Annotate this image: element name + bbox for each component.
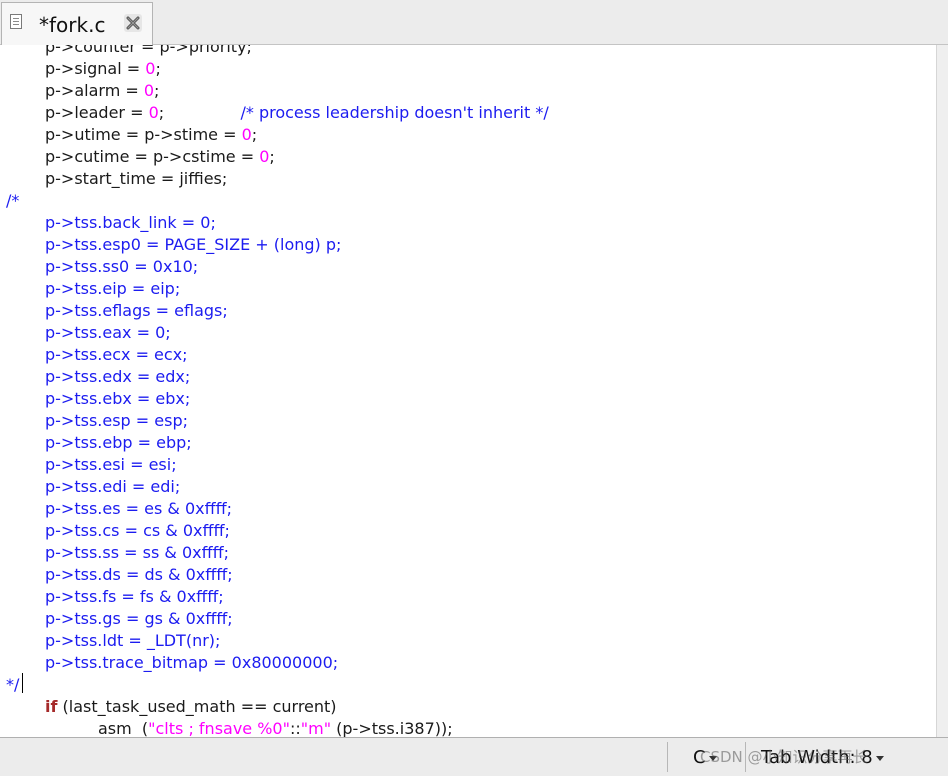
- code-line-comment: p->tss.edx = edx;: [45, 366, 190, 388]
- code-token: p->leader =: [45, 103, 149, 122]
- code-line-comment: */: [6, 674, 19, 696]
- code-token: "clts ; fnsave %0": [148, 719, 290, 737]
- code-token: p->tss.ebp = ebp;: [45, 433, 192, 452]
- code-line-comment: p->tss.eip = eip;: [45, 278, 180, 300]
- code-line-comment: p->tss.trace_bitmap = 0x80000000;: [45, 652, 338, 674]
- code-line-comment: p->tss.eax = 0;: [45, 322, 171, 344]
- code-line: asm ("clts ; fnsave %0"::"m" (p->tss.i38…: [98, 718, 453, 737]
- code-token: ;: [251, 125, 258, 144]
- code-editor[interactable]: p->counter = p->priority; p->signal = 0; p…: [0, 45, 937, 737]
- code-token: /* process leadership doesn't inherit */: [164, 103, 549, 122]
- code-token: 0: [145, 59, 156, 78]
- code-token: p->tss.fs = fs & 0xffff;: [45, 587, 224, 606]
- code-token: 0: [241, 125, 252, 144]
- code-line-comment: p->tss.esi = esi;: [45, 454, 177, 476]
- code-token: p->tss.ss = ss & 0xffff;: [45, 543, 230, 562]
- code-token: p->tss.edi = edi;: [45, 477, 181, 496]
- code-line: p->counter = p->priority;: [45, 45, 252, 58]
- code-token: if: [45, 697, 58, 716]
- code-token: 0: [143, 81, 155, 100]
- code-line-comment: p->tss.ebp = ebp;: [45, 432, 192, 454]
- vertical-scrollbar[interactable]: [936, 45, 948, 737]
- code-line-comment: p->tss.ecx = ecx;: [45, 344, 188, 366]
- code-token: p->cutime = p->cstime =: [45, 147, 260, 166]
- status-bar: C Tab Width: 8 CSDN @小知识分享再长: [0, 737, 948, 776]
- code-line-comment: p->tss.ebx = ebx;: [45, 388, 190, 410]
- tab-fork-c[interactable]: *fork.c: [1, 2, 153, 45]
- code-token: p->counter = p->priority;: [45, 45, 252, 56]
- code-line-comment: p->tss.eflags = eflags;: [45, 300, 228, 322]
- code-token: /*: [6, 191, 20, 210]
- code-token: p->tss.esi = esi;: [45, 455, 177, 474]
- code-line-comment: p->tss.es = es & 0xffff;: [45, 498, 232, 520]
- code-token: p->tss.back_link = 0;: [45, 213, 216, 232]
- code-token: (p->tss.i387));: [331, 719, 453, 737]
- code-line: p->alarm = 0;: [45, 80, 159, 102]
- code-line-comment: p->tss.ss0 = 0x10;: [45, 256, 198, 278]
- code-line-comment: p->tss.back_link = 0;: [45, 212, 216, 234]
- code-line-comment: p->tss.ds = ds & 0xffff;: [45, 564, 233, 586]
- code-token: p->signal =: [45, 59, 146, 78]
- code-line: p->cutime = p->cstime = 0;: [45, 146, 275, 168]
- code-line: p->signal = 0;: [45, 58, 161, 80]
- code-token: p->tss.ldt = _LDT(nr);: [45, 631, 221, 650]
- code-token: */: [6, 675, 20, 694]
- code-token: p->tss.esp = esp;: [45, 411, 189, 430]
- code-token: p->utime = p->stime =: [45, 125, 242, 144]
- code-line: p->start_time = jiffies;: [45, 168, 227, 190]
- code-line: if (last_task_used_math == current): [45, 696, 337, 718]
- code-token: ::: [289, 719, 301, 737]
- code-line-comment: p->tss.ss = ss & 0xffff;: [45, 542, 229, 564]
- chevron-down-icon: [875, 755, 884, 761]
- code-token: ;: [154, 81, 160, 100]
- watermark: CSDN @小知识分享再长: [700, 748, 868, 766]
- code-line-comment: p->tss.edi = edi;: [45, 476, 180, 498]
- code-token: ;: [269, 147, 275, 166]
- code-line-comment: p->tss.esp0 = PAGE_SIZE + (long) p;: [45, 234, 341, 256]
- code-token: p->tss.ss0 = 0x10;: [45, 257, 199, 276]
- code-line-comment: /*: [6, 190, 19, 212]
- code-token: p->tss.esp0 = PAGE_SIZE + (long) p;: [45, 235, 342, 254]
- code-token: p->tss.edx = edx;: [45, 367, 191, 386]
- code-token: (last_task_used_math == current): [57, 697, 337, 716]
- text-file-icon: [10, 14, 22, 29]
- code-token: p->alarm =: [45, 81, 144, 100]
- code-token: 0: [148, 103, 159, 122]
- code-token: p->start_time = jiffies;: [45, 169, 228, 188]
- close-icon[interactable]: [123, 13, 143, 33]
- code-token: p->tss.eflags = eflags;: [45, 301, 228, 320]
- text-cursor: [22, 673, 23, 693]
- code-token: p->tss.eip = eip;: [45, 279, 181, 298]
- code-token: p->tss.cs = cs & 0xffff;: [45, 521, 230, 540]
- code-token: asm (: [98, 719, 149, 737]
- code-line: p->utime = p->stime = 0;: [45, 124, 257, 146]
- tab-title: *fork.c: [39, 13, 106, 37]
- code-line-comment: p->tss.gs = gs & 0xffff;: [45, 608, 233, 630]
- code-token: 0: [259, 147, 270, 166]
- code-line-comment: p->tss.cs = cs & 0xffff;: [45, 520, 230, 542]
- tab-bar: *fork.c: [0, 0, 948, 45]
- code-token: p->tss.ebx = ebx;: [45, 389, 191, 408]
- status-separator: [667, 742, 668, 772]
- code-line: p->leader = 0; /* process leadership doe…: [45, 102, 549, 124]
- code-token: ;: [155, 59, 161, 78]
- code-token: p->tss.ecx = ecx;: [45, 345, 188, 364]
- code-token: "m": [300, 719, 332, 737]
- code-token: p->tss.es = es & 0xffff;: [45, 499, 233, 518]
- code-line-comment: p->tss.ldt = _LDT(nr);: [45, 630, 220, 652]
- code-token: p->tss.gs = gs & 0xffff;: [45, 609, 233, 628]
- code-line-comment: p->tss.esp = esp;: [45, 410, 188, 432]
- code-token: p->tss.ds = ds & 0xffff;: [45, 565, 233, 584]
- code-line-comment: p->tss.fs = fs & 0xffff;: [45, 586, 224, 608]
- code-token: p->tss.eax = 0;: [45, 323, 171, 342]
- code-token: p->tss.trace_bitmap = 0x80000000;: [45, 653, 339, 672]
